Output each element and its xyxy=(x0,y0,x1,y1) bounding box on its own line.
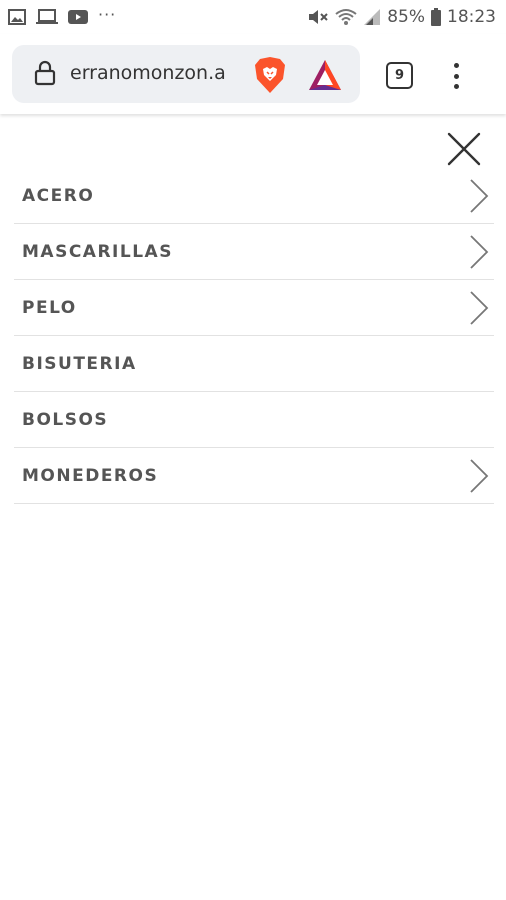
notification-area: ··· xyxy=(8,5,116,25)
status-bar: ··· 85% 18:23 xyxy=(0,0,506,34)
signal-icon xyxy=(364,9,381,25)
tab-switcher-button[interactable]: 9 xyxy=(386,62,413,89)
brave-shields-icon[interactable] xyxy=(252,55,288,95)
chevron-right-icon[interactable] xyxy=(468,234,490,270)
menu-dot xyxy=(453,84,459,89)
menu-item-label: ACERO xyxy=(22,185,95,206)
menu-item-label: BISUTERIA xyxy=(22,353,137,374)
brave-rewards-icon[interactable] xyxy=(307,58,343,92)
menu-item-label: PELO xyxy=(22,297,77,318)
image-icon xyxy=(8,9,26,25)
mute-icon xyxy=(309,10,328,24)
category-menu: ACERO MASCARILLAS PELO BISUTERIA BOLSOS … xyxy=(14,168,494,504)
clock: 18:23 xyxy=(447,7,496,27)
chevron-right-icon[interactable] xyxy=(468,178,490,214)
menu-item-monederos[interactable]: MONEDEROS xyxy=(14,448,494,504)
system-tray: 85% 18:23 xyxy=(307,7,496,27)
more-notifications: ··· xyxy=(98,4,117,24)
chevron-right-icon[interactable] xyxy=(468,290,490,326)
menu-item-pelo[interactable]: PELO xyxy=(14,280,494,336)
browser-toolbar: erranomonzon.a 9 xyxy=(0,34,506,114)
menu-item-label: MASCARILLAS xyxy=(22,241,173,262)
menu-item-mascarillas[interactable]: MASCARILLAS xyxy=(14,224,494,280)
menu-item-label: MONEDEROS xyxy=(22,465,159,486)
menu-dot xyxy=(453,63,459,68)
tab-count: 9 xyxy=(394,68,405,83)
address-bar[interactable]: erranomonzon.a xyxy=(12,45,360,103)
chevron-right-icon[interactable] xyxy=(468,458,490,494)
overflow-menu-button[interactable] xyxy=(445,59,467,93)
menu-item-label: BOLSOS xyxy=(22,409,109,430)
laptop-icon xyxy=(36,9,58,24)
menu-item-bisuteria[interactable]: BISUTERIA xyxy=(14,336,494,392)
battery-icon xyxy=(431,8,441,26)
menu-item-bolsos[interactable]: BOLSOS xyxy=(14,392,494,448)
menu-item-acero[interactable]: ACERO xyxy=(14,168,494,224)
lock-icon[interactable] xyxy=(34,60,56,86)
youtube-icon xyxy=(68,10,88,24)
close-icon[interactable] xyxy=(446,131,482,167)
wifi-icon xyxy=(335,9,357,25)
url-text[interactable]: erranomonzon.a xyxy=(70,62,240,84)
battery-percent: 85% xyxy=(387,7,425,27)
menu-dot xyxy=(453,73,459,79)
